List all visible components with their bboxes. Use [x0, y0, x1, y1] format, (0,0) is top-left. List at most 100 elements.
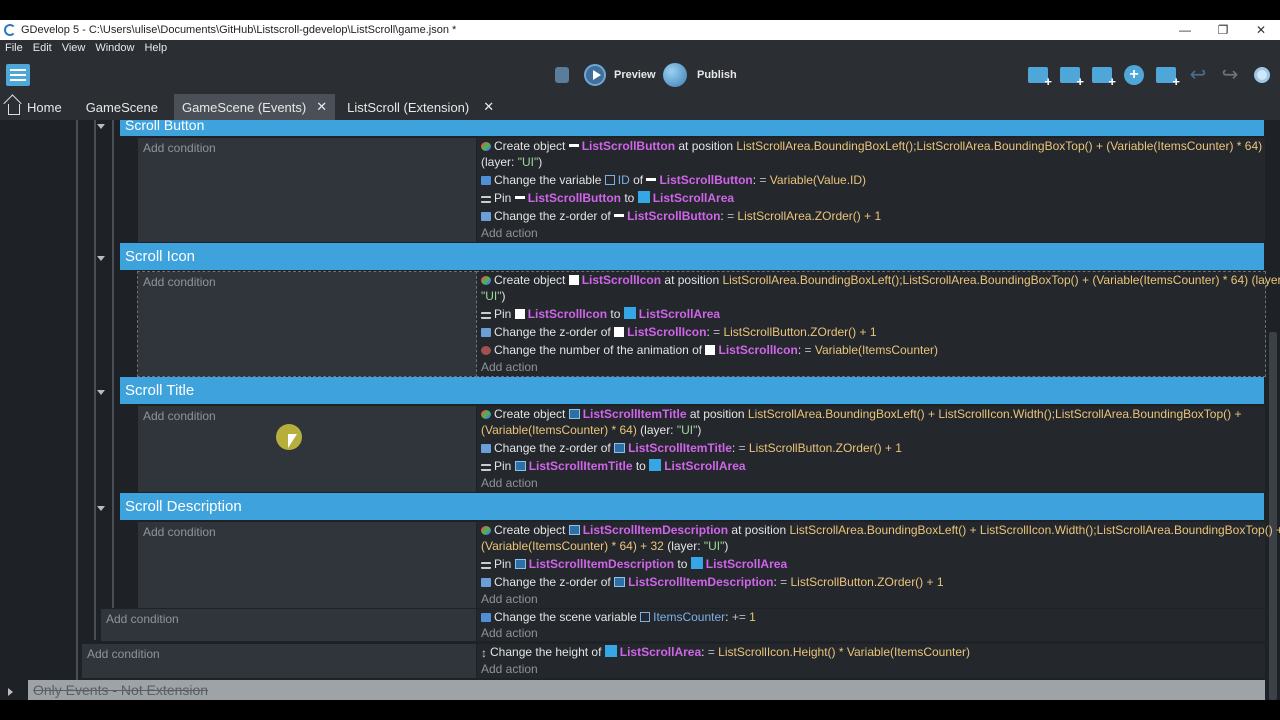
add-subevent-button[interactable]	[1058, 64, 1084, 89]
action-z-order[interactable]: Change the z-order of ListScrollButton: …	[481, 208, 881, 224]
group-header-scroll-icon[interactable]: Scroll Icon	[120, 243, 1264, 270]
tab-home[interactable]: Home	[0, 94, 70, 120]
add-event-button[interactable]	[1026, 64, 1052, 89]
close-tab-icon[interactable]: ✕	[316, 99, 327, 115]
preview-button[interactable]: Preview	[584, 63, 656, 87]
collapse-arrow-icon[interactable]	[97, 256, 105, 261]
add-condition-link[interactable]: Add condition	[143, 525, 216, 539]
conditions-area[interactable]: Add condition	[101, 609, 476, 641]
publish-button[interactable]: Publish	[663, 63, 737, 87]
action-pin[interactable]: Pin ListScrollIcon to ListScrollArea	[481, 306, 720, 322]
conditions-area[interactable]: Add condition	[138, 522, 476, 608]
conditions-area[interactable]: Add condition	[137, 271, 477, 377]
action-z-order[interactable]: Change the z-order of ListScrollItemDesc…	[481, 574, 944, 590]
object-icon	[514, 196, 525, 199]
project-manager-button[interactable]	[6, 64, 30, 86]
search-events-button[interactable]	[1250, 64, 1274, 86]
add-condition-link[interactable]: Add condition	[143, 409, 216, 423]
action-change-height[interactable]: ↕ Change the height of ListScrollArea: = …	[481, 644, 970, 660]
group-header-only-events[interactable]: Only Events - Not Extension	[28, 680, 1265, 700]
restore-button[interactable]: ❐	[1204, 23, 1242, 37]
events-scrollbar[interactable]	[1266, 120, 1280, 700]
action-z-order[interactable]: Change the z-order of ListScrollIcon: = …	[481, 324, 877, 340]
group-header-scroll-description[interactable]: Scroll Description	[120, 493, 1264, 520]
play-icon	[584, 64, 606, 86]
undo-icon: ↩	[1189, 64, 1207, 86]
menu-bar: File Edit View Window Help	[0, 40, 1280, 56]
menu-help[interactable]: Help	[144, 42, 167, 54]
action-create-object[interactable]: Create object ListScrollItemDescription …	[481, 522, 1280, 554]
tab-gamescene[interactable]: GameScene	[70, 94, 166, 120]
sprite-object-icon	[514, 309, 525, 319]
actions-area: Create object ListScrollItemTitle at pos…	[477, 406, 1265, 492]
pin-icon	[481, 464, 491, 471]
action-change-variable[interactable]: Change the variable ID of ListScrollButt…	[481, 172, 866, 188]
add-condition-link[interactable]: Add condition	[87, 647, 160, 661]
tab-gamescene-label: GameScene	[85, 99, 158, 115]
menu-file[interactable]: File	[5, 42, 23, 54]
close-tab-icon[interactable]: ✕	[483, 99, 494, 115]
z-order-icon	[481, 578, 491, 587]
action-animation[interactable]: Change the number of the animation of Li…	[481, 342, 938, 358]
group-header-scroll-title[interactable]: Scroll Title	[120, 377, 1264, 404]
debugger-button[interactable]	[550, 64, 574, 86]
action-create-object[interactable]: Create object ListScrollIcon at position…	[481, 272, 1280, 304]
group-header-scroll-button[interactable]: Scroll Button	[120, 120, 1264, 136]
add-action-link[interactable]: Add action	[481, 626, 538, 640]
window-title: GDevelop 5 - C:\Users\ulise\Documents\Gi…	[21, 24, 457, 36]
add-action-link[interactable]: Add action	[481, 476, 538, 490]
conditions-area[interactable]: Add condition	[138, 406, 476, 492]
menu-window[interactable]: Window	[95, 42, 134, 54]
expand-arrow-icon[interactable]	[8, 688, 13, 696]
project-manager-icon	[6, 64, 30, 86]
add-action-link[interactable]: Add action	[481, 662, 538, 676]
text-object-icon	[568, 409, 580, 419]
collapse-arrow-icon[interactable]	[97, 506, 105, 511]
actions-area: Create object ListScrollButton at positi…	[477, 138, 1265, 242]
add-action-link[interactable]: Add action	[481, 226, 538, 240]
group-title: Scroll Button	[125, 120, 205, 133]
undo-button[interactable]: ↩	[1186, 64, 1210, 86]
actions-area: Create object ListScrollItemDescription …	[477, 522, 1280, 608]
menu-view[interactable]: View	[62, 42, 86, 54]
create-object-icon	[481, 276, 491, 285]
area-object-icon	[604, 645, 617, 657]
tab-gamescene-events-label: GameScene (Events)	[181, 99, 307, 115]
conditions-area[interactable]: Add condition	[138, 138, 476, 242]
tab-gamescene-events[interactable]: GameScene (Events) ✕	[173, 94, 336, 120]
action-create-object[interactable]: Create object ListScrollButton at positi…	[481, 138, 1262, 170]
action-pin[interactable]: Pin ListScrollItemTitle to ListScrollAre…	[481, 458, 746, 474]
action-create-object[interactable]: Create object ListScrollItemTitle at pos…	[481, 406, 1241, 438]
delete-selected-button[interactable]	[1154, 64, 1180, 89]
close-window-button[interactable]: ✕	[1242, 23, 1280, 37]
redo-button[interactable]: ↪	[1218, 64, 1242, 86]
collapse-arrow-icon[interactable]	[97, 390, 105, 395]
add-condition-link[interactable]: Add condition	[106, 612, 179, 626]
add-subevent-icon	[1060, 67, 1084, 89]
conditions-area[interactable]: Add condition	[82, 644, 476, 678]
action-z-order[interactable]: Change the z-order of ListScrollItemTitl…	[481, 440, 902, 456]
add-other-event-button[interactable]: +	[1122, 64, 1146, 86]
add-condition-link[interactable]: Add condition	[143, 141, 216, 155]
action-pin[interactable]: Pin ListScrollButton to ListScrollArea	[481, 190, 734, 206]
menu-edit[interactable]: Edit	[33, 42, 52, 54]
add-action-link[interactable]: Add action	[481, 592, 538, 606]
tab-listscroll-extension[interactable]: ListScroll (Extension) ✕	[339, 94, 502, 120]
action-change-scene-variable[interactable]: Change the scene variable ItemsCounter: …	[481, 609, 756, 625]
sprite-object-icon	[705, 345, 716, 355]
area-object-icon	[637, 191, 650, 203]
add-comment-button[interactable]	[1090, 64, 1116, 89]
create-object-icon	[481, 142, 491, 151]
minimize-button[interactable]: —	[1166, 23, 1204, 37]
event-indent-line	[112, 120, 114, 608]
collapse-arrow-icon[interactable]	[97, 124, 105, 129]
action-pin[interactable]: Pin ListScrollItemDescription to ListScr…	[481, 556, 787, 572]
event-indent-line	[94, 120, 96, 640]
scrollbar-thumb[interactable]	[1269, 332, 1277, 700]
pin-icon	[481, 562, 491, 569]
sprite-object-icon	[614, 327, 625, 337]
add-condition-link[interactable]: Add condition	[143, 275, 216, 289]
add-comment-icon	[1092, 67, 1116, 89]
resize-height-icon: ↕	[481, 646, 487, 660]
add-action-link[interactable]: Add action	[481, 360, 538, 374]
